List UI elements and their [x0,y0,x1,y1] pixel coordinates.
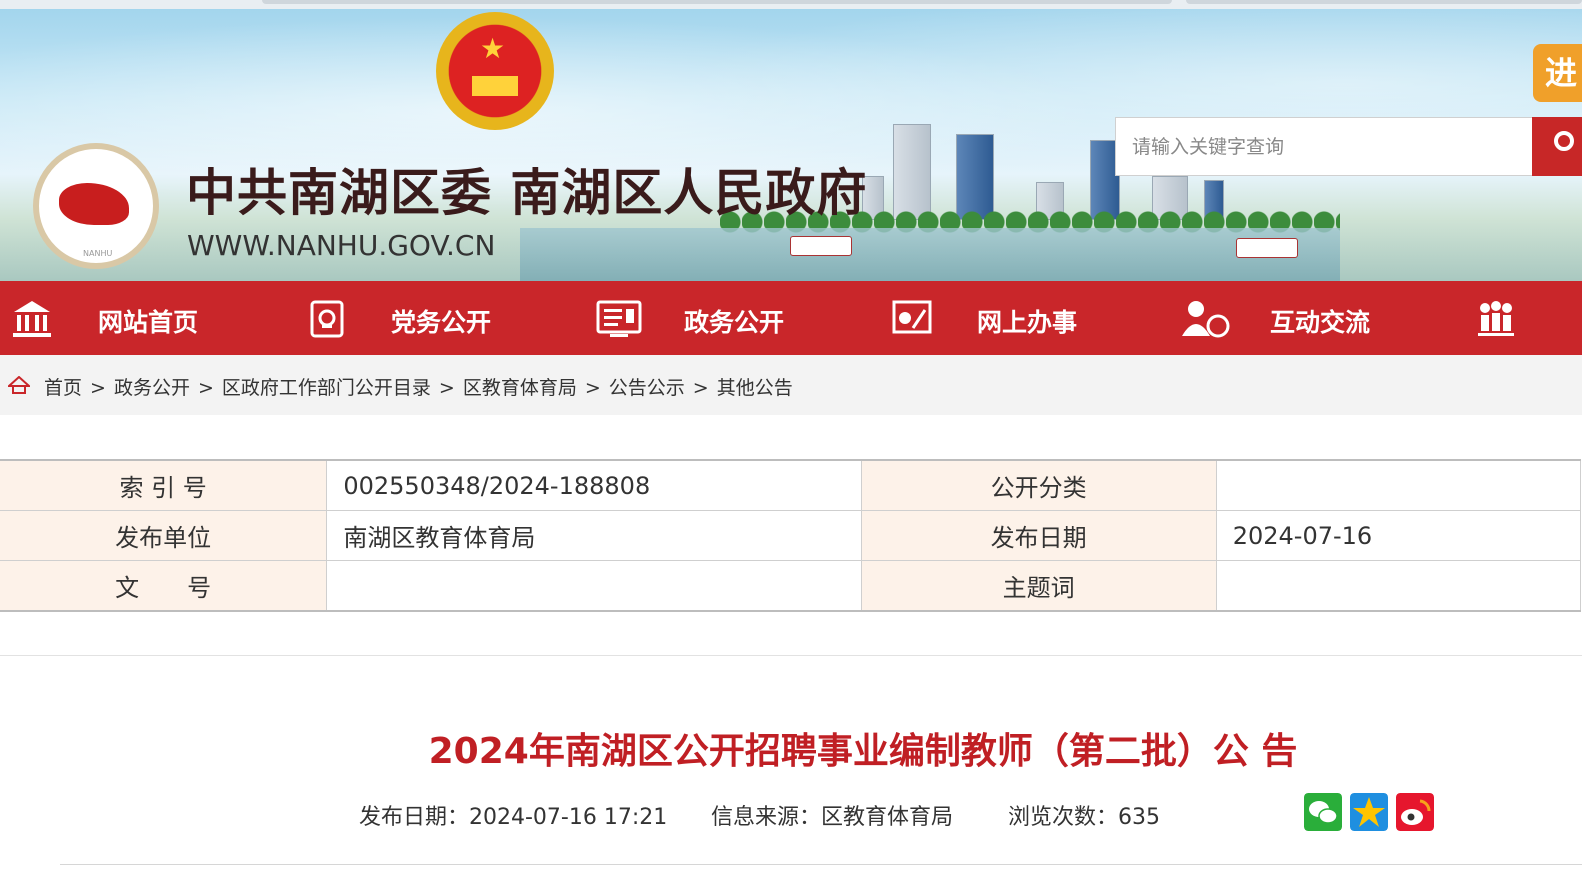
nav-label: 网上办事 [977,308,1078,337]
search-box [1115,117,1582,176]
divider [0,655,1582,656]
site-url: WWW.NANHU.GOV.CN [187,229,496,262]
national-emblem: ★ [436,12,554,130]
group-icon [1478,301,1514,336]
breadcrumb-home[interactable]: 首页 [44,377,82,399]
enter-button[interactable]: 进 [1533,44,1582,102]
table-row: 发布单位 南湖区教育体育局 发布日期 2024-07-16 [0,510,1582,561]
nav-item-home[interactable]: 网站首页 [0,281,293,355]
qzone-icon[interactable] [1350,793,1388,831]
publisher-value: 南湖区教育体育局 [326,510,862,561]
nav-item-online-service[interactable]: 网上办事 [879,281,1172,355]
site-header: ★ NANHU 中共南湖区委 南湖区人民政府 WWW.NANHU.GOV.CN … [0,0,1582,281]
publish-date-label: 发布日期 [860,510,1217,561]
breadcrumb-item[interactable]: 区教育体育局 [463,377,577,399]
nav-item-more[interactable] [1465,281,1582,355]
nav-label: 政务公开 [684,308,785,337]
search-button[interactable] [1532,117,1582,176]
doc-number-label: 文 号 [0,560,328,612]
browser-top-strip [0,0,1582,9]
table-row: 索 引 号 002550348/2024-188808 公开分类 [0,459,1582,511]
nav-label: 互动交流 [1270,308,1371,337]
category-value [1215,459,1582,511]
people-chat-icon [1182,301,1230,338]
breadcrumb-separator: > [584,377,601,399]
category-label: 公开分类 [860,459,1217,511]
building-icon [13,301,51,337]
boat [1236,238,1298,258]
breadcrumb-item[interactable]: 政务公开 [114,377,190,399]
keywords-value [1215,560,1582,612]
info-table: 索 引 号 002550348/2024-188808 公开分类 发布单位 南湖… [0,459,1582,612]
site-title[interactable]: 中共南湖区委 南湖区人民政府 [186,153,867,225]
party-flag-icon [310,300,344,338]
publish-date: 发布日期：2024-07-16 17:21 [359,805,668,830]
lake [520,228,1340,281]
publish-date-value: 2024-07-16 [1215,510,1582,561]
document-icon [596,300,642,337]
breadcrumb-separator: > [692,377,709,399]
breadcrumb: 首页 > 政务公开 > 区政府工作部门公开目录 > 区教育体育局 > 公告公示 > 其他公告 [44,373,793,400]
breadcrumb-item[interactable]: 公告公示 [609,377,685,399]
breadcrumb-separator: > [438,377,455,399]
nav-label: 网站首页 [98,308,199,337]
breadcrumb-separator: > [90,377,106,399]
nav-item-party[interactable]: 党务公开 [293,281,586,355]
divider [60,864,1582,865]
weibo-icon[interactable] [1396,793,1434,831]
breadcrumb-item[interactable]: 区政府工作部门公开目录 [222,377,431,399]
breadcrumb-separator: > [197,377,214,399]
boat [790,236,852,256]
nav-item-government[interactable]: 政务公开 [586,281,879,355]
logo-text: NANHU [83,249,113,258]
building [893,124,931,220]
index-number-value: 002550348/2024-188808 [326,459,862,511]
article-title: 2024年南湖区公开招聘事业编制教师（第二批）公 告 [428,731,1298,772]
nav-item-interaction[interactable]: 互动交流 [1172,281,1465,355]
info-source: 信息来源：区教育体育局 [711,805,954,830]
table-row: 文 号 主题词 [0,560,1582,612]
service-icon [892,300,932,334]
index-number-label: 索 引 号 [0,459,328,511]
keywords-label: 主题词 [860,560,1217,612]
search-input[interactable] [1116,118,1530,175]
wechat-icon[interactable] [1304,793,1342,831]
doc-number-value [326,560,862,612]
nav-label: 党务公开 [391,308,492,337]
view-count: 浏览次数：635 [1008,805,1160,830]
nanhu-logo[interactable]: NANHU [33,143,159,269]
publisher-label: 发布单位 [0,510,328,561]
search-icon [1554,131,1574,151]
main-nav: 网站首页 党务公开 政务公开 网上办事 互动交流 [0,281,1582,355]
home-icon [8,376,30,394]
breadcrumb-item[interactable]: 其他公告 [717,377,793,399]
